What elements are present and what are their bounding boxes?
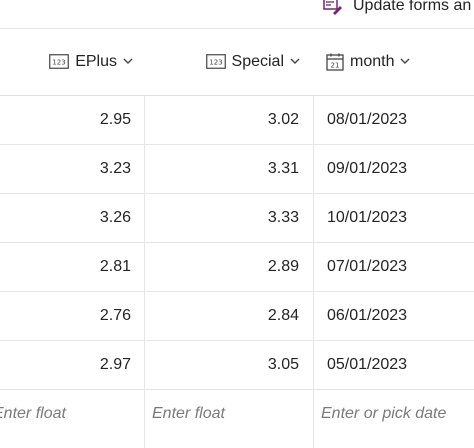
cell-eplus[interactable]: 2.76 [0, 292, 131, 340]
form-edit-icon [323, 0, 342, 15]
cell-special[interactable]: 2.89 [145, 243, 299, 291]
cell-special[interactable]: 2.84 [145, 292, 299, 340]
cell-special[interactable]: 3.31 [145, 145, 299, 193]
data-grid-body: 2.95 3.02 08/01/2023 3.23 3.31 09/01/202… [0, 96, 474, 438]
column-header-row: 123 EPlus 123 Special 21 month [0, 28, 474, 96]
eplus-entry-field[interactable]: Enter float [0, 390, 133, 438]
cell-month[interactable]: 10/01/2023 [327, 194, 474, 242]
cell-special[interactable]: 3.05 [145, 341, 299, 389]
svg-text:123: 123 [53, 59, 66, 67]
cell-special[interactable]: 3.33 [145, 194, 299, 242]
cell-eplus[interactable]: 2.81 [0, 243, 131, 291]
column-header-eplus[interactable]: 123 EPlus [0, 28, 133, 95]
cell-eplus[interactable]: 3.23 [0, 145, 131, 193]
column-header-special[interactable]: 123 Special [146, 28, 300, 95]
cell-month[interactable]: 07/01/2023 [327, 243, 474, 291]
chevron-down-icon[interactable] [290, 58, 300, 65]
cell-eplus[interactable]: 2.95 [0, 96, 131, 144]
cell-month[interactable]: 09/01/2023 [327, 145, 474, 193]
table-row[interactable]: 3.26 3.33 10/01/2023 [0, 194, 474, 243]
svg-text:21: 21 [331, 61, 340, 69]
special-entry-field[interactable]: Enter float [152, 390, 302, 438]
svg-text:123: 123 [209, 59, 222, 67]
cell-month[interactable]: 08/01/2023 [327, 96, 474, 144]
cell-special[interactable]: 3.02 [145, 96, 299, 144]
new-row[interactable]: Enter float Enter float Enter or pick da… [0, 390, 474, 438]
column-header-month[interactable]: 21 month [326, 28, 474, 95]
table-row[interactable]: 2.97 3.05 05/01/2023 [0, 341, 474, 390]
calendar-icon: 21 [326, 53, 344, 71]
table-row[interactable]: 2.95 3.02 08/01/2023 [0, 96, 474, 145]
column-header-label: EPlus [75, 52, 117, 70]
table-row[interactable]: 2.81 2.89 07/01/2023 [0, 243, 474, 292]
cell-eplus[interactable]: 3.26 [0, 194, 131, 242]
cell-eplus[interactable]: 2.97 [0, 341, 131, 389]
column-header-label: Special [231, 52, 284, 70]
chevron-down-icon[interactable] [400, 58, 410, 65]
command-bar: Update forms an [0, 0, 474, 29]
number-type-icon: 123 [205, 54, 226, 69]
table-row[interactable]: 3.23 3.31 09/01/2023 [0, 145, 474, 194]
number-type-icon: 123 [49, 54, 70, 69]
cell-month[interactable]: 05/01/2023 [327, 341, 474, 389]
column-header-label: month [350, 52, 395, 70]
month-date-picker[interactable]: Enter or pick date [321, 390, 474, 438]
table-row[interactable]: 2.76 2.84 06/01/2023 [0, 292, 474, 341]
update-forms-label: Update forms an [353, 0, 472, 14]
update-forms-button[interactable]: Update forms an [323, 0, 471, 18]
chevron-down-icon[interactable] [123, 58, 133, 65]
cell-month[interactable]: 06/01/2023 [327, 292, 474, 340]
data-grid-view: Update forms an 123 EPlus 123 Special 21… [0, 0, 474, 448]
